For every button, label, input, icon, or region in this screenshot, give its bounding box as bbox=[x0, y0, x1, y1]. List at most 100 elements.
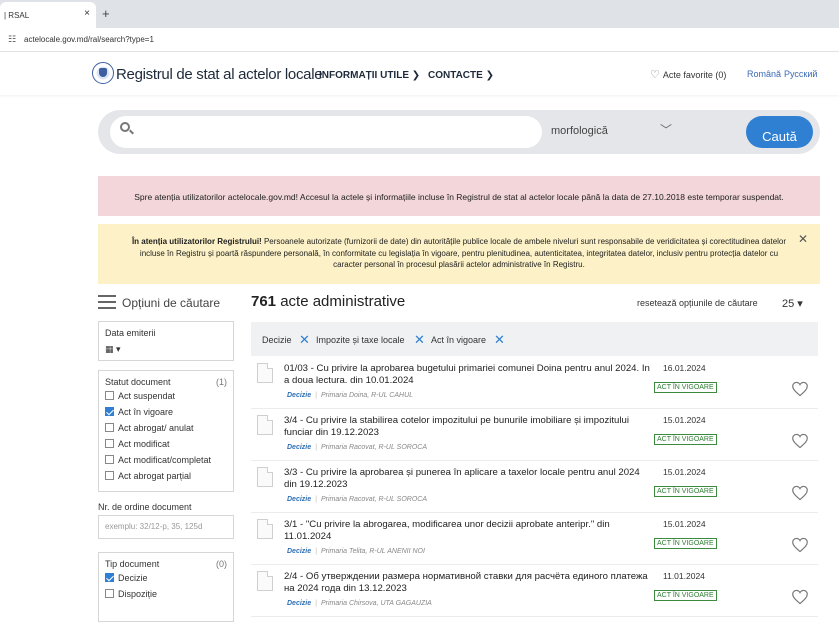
filter-chip: Decizie bbox=[262, 335, 292, 345]
status-badge: ACT ÎN VIGOARE bbox=[654, 538, 717, 549]
browser-tab[interactable]: | RSAL × bbox=[0, 2, 96, 28]
document-icon bbox=[257, 571, 273, 591]
result-date: 16.01.2024 bbox=[663, 363, 706, 373]
status-option[interactable]: Act în vigoare bbox=[99, 405, 233, 421]
date-panel: Data emiterii ▦ ▾ bbox=[98, 321, 234, 361]
notice-banner-yellow: În atenția utilizatorilor Registrului! P… bbox=[98, 224, 820, 284]
coat-of-arms-icon[interactable] bbox=[92, 62, 114, 84]
date-label: Data emiterii bbox=[105, 328, 156, 338]
result-date: 11.01.2024 bbox=[663, 571, 705, 581]
result-title-link[interactable]: 3/1 - "Cu privire la abrogarea, modifica… bbox=[284, 519, 654, 543]
menu-contacte[interactable]: CONTACTE ❯ bbox=[428, 70, 494, 81]
doc-type-label: Tip document bbox=[105, 559, 160, 569]
site-header: Registrul de stat al actelor locale INFO… bbox=[0, 53, 839, 95]
result-date: 15.01.2024 bbox=[663, 415, 706, 425]
result-title-link[interactable]: 3/3 - Cu privire la aprobarea și punerea… bbox=[284, 467, 654, 491]
checkbox-checked[interactable] bbox=[105, 407, 114, 416]
address-url[interactable]: actelocale.gov.md/ral/search?type=1 bbox=[24, 35, 154, 44]
result-type: Decizie bbox=[287, 496, 312, 503]
search-box bbox=[98, 110, 820, 154]
order-number-label: Nr. de ordine document bbox=[98, 502, 192, 512]
result-authority: Primaria Racovat, R-UL SOROCA bbox=[320, 496, 428, 503]
status-option[interactable]: Act abrogat parțial bbox=[99, 469, 233, 485]
checkbox[interactable] bbox=[105, 471, 114, 480]
site-info-icon[interactable]: ☷ bbox=[8, 34, 18, 44]
active-filters: Decizie ✕ Impozite și taxe locale ✕ Act … bbox=[251, 322, 818, 356]
result-type: Decizie bbox=[287, 392, 312, 399]
search-icon bbox=[120, 122, 134, 136]
lang-ro-link[interactable]: Română bbox=[747, 69, 781, 79]
search-mode-select[interactable]: morfologică bbox=[551, 125, 608, 137]
status-badge: ACT ÎN VIGOARE bbox=[654, 434, 717, 445]
checkbox[interactable] bbox=[105, 391, 114, 400]
checkbox[interactable] bbox=[105, 423, 114, 432]
document-icon bbox=[257, 467, 273, 487]
favorite-heart-icon[interactable] bbox=[791, 433, 809, 449]
result-authority: Primaria Chirsova, UTA GAGAUZIA bbox=[320, 600, 432, 607]
status-badge: ACT ÎN VIGOARE bbox=[654, 590, 717, 601]
result-type: Decizie bbox=[287, 548, 312, 555]
result-date: 15.01.2024 bbox=[663, 467, 706, 477]
result-title-link[interactable]: 01/03 - Cu privire la aprobarea bugetulu… bbox=[284, 363, 654, 387]
order-number-input[interactable]: exemplu: 32/12-p, 35, 125d bbox=[98, 515, 234, 539]
status-option[interactable]: Act abrogat/ anulat bbox=[99, 421, 233, 437]
close-icon[interactable]: ✕ bbox=[798, 233, 808, 246]
result-title-link[interactable]: 2/4 - Об утверждении размера нормативной… bbox=[284, 571, 654, 595]
menu-icon bbox=[98, 295, 116, 309]
chevron-down-icon[interactable]: ﹀ bbox=[660, 121, 672, 138]
status-panel: Statut document (1) Act suspendat Act în … bbox=[98, 370, 234, 492]
remove-filter-icon[interactable]: ✕ bbox=[299, 332, 310, 348]
result-title-link[interactable]: 3/4 - Cu privire la stabilirea cotelor i… bbox=[284, 415, 654, 439]
status-badge: ACT ÎN VIGOARE bbox=[654, 486, 717, 497]
status-option[interactable]: Act suspendat bbox=[99, 389, 233, 405]
status-label: Statut document bbox=[105, 377, 171, 387]
document-icon bbox=[257, 519, 273, 539]
favorite-heart-icon[interactable] bbox=[791, 537, 809, 553]
reset-options-link[interactable]: resetează opțiunile de căutare bbox=[637, 298, 758, 308]
new-tab-icon[interactable]: + bbox=[102, 6, 110, 21]
address-bar[interactable]: ☷ actelocale.gov.md/ral/search?type=1 bbox=[0, 28, 839, 52]
menu-info-utile[interactable]: INFORMAȚII UTILE ❯ bbox=[319, 70, 420, 81]
heart-icon: ♡ bbox=[650, 69, 660, 81]
results-count: 761 acte administrative bbox=[251, 293, 406, 310]
search-options-title[interactable]: Opțiuni de căutare bbox=[98, 295, 220, 310]
notice-yellow-bold: În atenția utilizatorilor Registrului! bbox=[131, 237, 262, 246]
status-option[interactable]: Act modificat/completat bbox=[99, 453, 233, 469]
search-input[interactable] bbox=[110, 116, 542, 148]
lang-ru-link[interactable]: Русский bbox=[784, 69, 817, 79]
result-row: 3/4 - Cu privire la stabilirea cotelor i… bbox=[251, 409, 818, 461]
tab-close-icon[interactable]: × bbox=[84, 8, 90, 19]
checkbox-checked[interactable] bbox=[105, 573, 114, 582]
remove-filter-icon[interactable]: ✕ bbox=[494, 332, 505, 348]
filter-chip: Impozite și taxe locale bbox=[316, 335, 405, 345]
checkbox[interactable] bbox=[105, 455, 114, 464]
favorites-link[interactable]: ♡ Acte favorite (0) bbox=[650, 68, 726, 81]
result-row: 3/3 - Cu privire la aprobarea și punerea… bbox=[251, 461, 818, 513]
status-option[interactable]: Act modificat bbox=[99, 437, 233, 453]
filter-chip: Act în vigoare bbox=[431, 335, 487, 345]
favorite-heart-icon[interactable] bbox=[791, 589, 809, 605]
search-button[interactable]: Caută bbox=[746, 116, 813, 148]
favorite-heart-icon[interactable] bbox=[791, 485, 809, 501]
checkbox[interactable] bbox=[105, 589, 114, 598]
checkbox[interactable] bbox=[105, 439, 114, 448]
favorite-heart-icon[interactable] bbox=[791, 381, 809, 397]
result-type: Decizie bbox=[287, 600, 312, 607]
result-row: 01/03 - Cu privire la aprobarea bugetulu… bbox=[251, 357, 818, 409]
result-authority: Primaria Racovat, R-UL SOROCA bbox=[320, 444, 428, 451]
notice-banner-red: Spre atenția utilizatorilor actelocale.g… bbox=[98, 176, 820, 216]
status-count: (1) bbox=[216, 377, 227, 387]
per-page-select[interactable]: 25 ▾ bbox=[782, 297, 803, 310]
result-date: 15.01.2024 bbox=[663, 519, 706, 529]
calendar-icon[interactable]: ▦ ▾ bbox=[99, 340, 233, 356]
result-row: 3/1 - "Cu privire la abrogarea, modifica… bbox=[251, 513, 818, 565]
doc-type-option[interactable]: Dispoziție bbox=[99, 587, 233, 603]
document-icon bbox=[257, 363, 273, 383]
status-badge: ACT ÎN VIGOARE bbox=[654, 382, 717, 393]
result-authority: Primaria Doina, R-UL CAHUL bbox=[320, 392, 414, 399]
doc-type-panel: Tip document (0) Decizie Dispoziție bbox=[98, 552, 234, 622]
site-title[interactable]: Registrul de stat al actelor locale bbox=[116, 66, 323, 83]
doc-type-option[interactable]: Decizie bbox=[99, 571, 233, 587]
result-type: Decizie bbox=[287, 444, 312, 451]
remove-filter-icon[interactable]: ✕ bbox=[414, 332, 425, 348]
